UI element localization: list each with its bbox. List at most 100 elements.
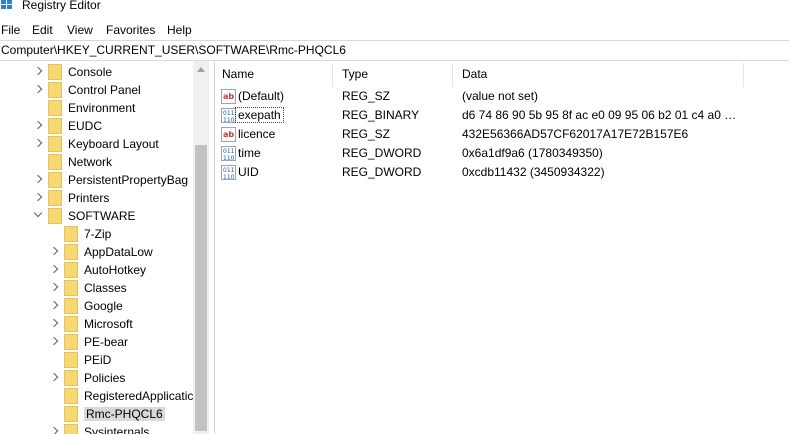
tree-item[interactable]: PE-bear xyxy=(0,333,193,351)
tree-item-label: Rmc-PHQCL6 xyxy=(84,407,165,421)
tree-scrollbar[interactable] xyxy=(193,61,209,434)
chevron-right-icon[interactable] xyxy=(33,84,43,94)
folder-icon xyxy=(64,424,78,434)
tree-item-label: Network xyxy=(68,155,113,169)
menu-view[interactable]: View xyxy=(67,23,93,37)
chevron-down-icon[interactable] xyxy=(33,208,43,218)
tree-item-label: Environment xyxy=(68,101,136,115)
tree-item[interactable]: Classes xyxy=(0,279,193,297)
folder-icon xyxy=(64,370,78,386)
chevron-right-icon[interactable] xyxy=(49,264,59,274)
chevron-right-icon[interactable] xyxy=(49,282,59,292)
value-name: (Default) xyxy=(238,89,285,103)
chevron-right-icon[interactable] xyxy=(49,300,59,310)
chevron-right-icon[interactable] xyxy=(49,318,59,328)
folder-icon xyxy=(48,190,62,206)
chevron-right-icon[interactable] xyxy=(49,336,59,346)
tree-item[interactable]: 7-Zip xyxy=(0,225,193,243)
values-list[interactable]: Name Type Data ab (Default) REG_SZ (value n… xyxy=(215,61,789,434)
tree-item[interactable]: Rmc-PHQCL6 xyxy=(0,405,193,423)
value-data: 0xcdb11432 (3450934322) xyxy=(462,165,605,179)
address-path[interactable]: Computer\HKEY_CURRENT_USER\SOFTWARE\Rmc-… xyxy=(1,43,346,57)
value-row[interactable]: 011 110 exepath REG_BINARY d6 74 86 90 5b 9… xyxy=(215,106,789,125)
tree-item-label: Sysinternals xyxy=(84,425,150,434)
tree-item-label: Printers xyxy=(68,191,110,205)
chevron-right-icon[interactable] xyxy=(49,426,59,434)
scrollbar-thumb[interactable] xyxy=(195,145,207,431)
value-type: REG_SZ xyxy=(342,89,391,103)
tree-item[interactable]: AppDataLow xyxy=(0,243,193,261)
value-data: (value not set) xyxy=(462,89,539,103)
menu-edit[interactable]: Edit xyxy=(32,23,53,37)
tree-item[interactable]: Printers xyxy=(0,189,193,207)
tree-item[interactable]: EUDC xyxy=(0,117,193,135)
tree-item-label: Google xyxy=(84,299,123,313)
tree-item-label: PEiD xyxy=(84,353,112,367)
value-type: REG_DWORD xyxy=(342,146,422,160)
tree-item[interactable]: RegisteredApplicatic xyxy=(0,387,193,405)
folder-icon xyxy=(64,388,78,404)
value-type: REG_BINARY xyxy=(342,108,420,122)
menu-bar: File Edit View Favorites Help xyxy=(0,20,789,40)
tree-item[interactable]: Control Panel xyxy=(0,81,193,99)
value-name: exepath xyxy=(235,107,284,123)
menu-favorites[interactable]: Favorites xyxy=(106,23,155,37)
tree-item[interactable]: Environment xyxy=(0,99,193,117)
column-divider[interactable] xyxy=(452,63,453,87)
tree-item[interactable]: Google xyxy=(0,297,193,315)
address-bar[interactable]: Computer\HKEY_CURRENT_USER\SOFTWARE\Rmc-… xyxy=(0,40,789,61)
tree-item[interactable]: SOFTWARE xyxy=(0,207,193,225)
chevron-right-icon[interactable] xyxy=(33,138,43,148)
tree-item[interactable]: Policies xyxy=(0,369,193,387)
column-header-name[interactable]: Name xyxy=(222,67,254,81)
value-data: 432E56366AD57CF62017A17E72B157E6 xyxy=(462,127,689,141)
tree-item-label: SOFTWARE xyxy=(68,209,136,223)
tree-item-label: AppDataLow xyxy=(84,245,153,259)
string-value-icon: ab xyxy=(221,89,236,104)
value-name: licence xyxy=(238,127,276,141)
column-divider[interactable] xyxy=(332,63,333,87)
key-tree[interactable]: Console Control Panel Environment EUDC Keybo… xyxy=(0,61,193,434)
folder-icon xyxy=(48,208,62,224)
binary-value-icon: 011 110 xyxy=(221,165,236,181)
tree-item-label: Microsoft xyxy=(84,317,133,331)
scroll-up-arrow-icon[interactable] xyxy=(197,67,205,72)
value-data: 0x6a1df9a6 (1780349350) xyxy=(462,146,603,160)
menu-help[interactable]: Help xyxy=(167,23,192,37)
folder-icon xyxy=(64,298,78,314)
tree-item[interactable]: Keyboard Layout xyxy=(0,135,193,153)
column-divider[interactable] xyxy=(743,63,744,87)
tree-item[interactable]: Console xyxy=(0,63,193,81)
tree-item-label: PE-bear xyxy=(84,335,129,349)
folder-icon xyxy=(64,280,78,296)
tree-item[interactable]: Network xyxy=(0,153,193,171)
menu-file[interactable]: File xyxy=(1,23,20,37)
value-row[interactable]: ab (Default) REG_SZ (value not set) xyxy=(215,87,789,106)
chevron-right-icon[interactable] xyxy=(33,66,43,76)
column-header-type[interactable]: Type xyxy=(342,67,368,81)
tree-item-label: EUDC xyxy=(68,119,103,133)
value-row[interactable]: ab licence REG_SZ 432E56366AD57CF62017A17E7… xyxy=(215,125,789,144)
folder-icon xyxy=(48,82,62,98)
tree-item-label: RegisteredApplicatic xyxy=(84,389,193,403)
tree-item-label: AutoHotkey xyxy=(84,263,147,277)
folder-icon xyxy=(48,154,62,170)
tree-item[interactable]: Sysinternals xyxy=(0,423,193,434)
folder-icon xyxy=(48,118,62,134)
value-row[interactable]: 011 110 time REG_DWORD 0x6a1df9a6 (17803493… xyxy=(215,144,789,163)
chevron-right-icon[interactable] xyxy=(49,246,59,256)
title-bar: Registry Editor xyxy=(0,0,789,18)
chevron-right-icon[interactable] xyxy=(49,372,59,382)
tree-item-label: 7-Zip xyxy=(84,227,112,241)
tree-item[interactable]: PEiD xyxy=(0,351,193,369)
tree-item[interactable]: Microsoft xyxy=(0,315,193,333)
chevron-right-icon[interactable] xyxy=(33,120,43,130)
chevron-right-icon[interactable] xyxy=(33,192,43,202)
column-header-data[interactable]: Data xyxy=(462,67,487,81)
tree-item[interactable]: PersistentPropertyBag xyxy=(0,171,193,189)
value-row[interactable]: 011 110 UID REG_DWORD 0xcdb11432 (345093432… xyxy=(215,163,789,182)
value-name: UID xyxy=(238,165,259,179)
chevron-right-icon[interactable] xyxy=(33,174,43,184)
tree-item-label: Classes xyxy=(84,281,127,295)
tree-item[interactable]: AutoHotkey xyxy=(0,261,193,279)
